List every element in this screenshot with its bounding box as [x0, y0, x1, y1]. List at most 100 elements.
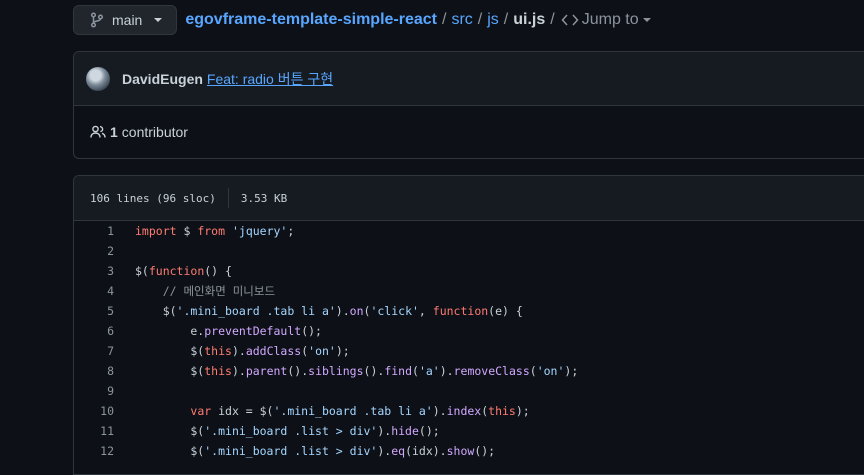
- line-number[interactable]: 2: [74, 241, 135, 261]
- code-token: preventDefault: [204, 324, 302, 338]
- line-number[interactable]: 10: [74, 401, 135, 421]
- code-token: eq: [391, 444, 406, 458]
- chevron-down-icon: [154, 18, 163, 22]
- commit-message-link[interactable]: Feat: radio 버튼 구현: [207, 69, 333, 89]
- code-token: find: [384, 364, 413, 378]
- code-line: 11 $('.mini_board .list > div').hide();: [74, 421, 864, 441]
- code-token: '.mini_board .list > div': [204, 424, 378, 438]
- line-number[interactable]: 9: [74, 381, 135, 401]
- line-source: var idx = $('.mini_board .tab li a').ind…: [135, 401, 530, 421]
- avatar[interactable]: [86, 66, 110, 91]
- code-token: );: [515, 404, 530, 418]
- code-token: 'jquery': [231, 224, 288, 238]
- code-line: 3 $(function() {: [74, 261, 864, 281]
- file-line-count: 106 lines (96 sloc): [90, 191, 216, 205]
- code-token: parent: [245, 364, 288, 378]
- header-divider: [227, 188, 229, 208]
- code-token: $(: [135, 444, 205, 458]
- line-source: $(this).addClass('on');: [135, 341, 350, 361]
- jump-to-label: Jump to: [581, 11, 639, 28]
- code-line: 7 $(this).addClass('on');: [74, 341, 864, 361]
- code-token: this: [204, 344, 232, 358]
- code-token: (e) {: [488, 304, 523, 318]
- code-icon: [561, 14, 579, 26]
- file-viewer: 106 lines (96 sloc) 3.53 KB 1 import $ fr…: [73, 175, 864, 475]
- code-token: );: [335, 344, 350, 358]
- code-token: $(: [135, 304, 177, 318]
- line-number[interactable]: 8: [74, 361, 135, 381]
- code-token: ().: [363, 364, 385, 378]
- breadcrumb-repo-link[interactable]: egovframe-template-simple-react: [185, 11, 437, 29]
- line-number[interactable]: 11: [74, 421, 135, 441]
- code-token: ();: [301, 324, 322, 338]
- code-token: $(: [135, 264, 149, 278]
- code-line: 2: [74, 241, 864, 261]
- breadcrumb-separator: /: [503, 11, 509, 28]
- code-token: e.: [135, 324, 205, 338]
- code-token: this: [488, 404, 516, 418]
- code-token: ).: [231, 344, 246, 358]
- line-number[interactable]: 4: [74, 281, 135, 301]
- contributor-label: contributor: [121, 124, 188, 140]
- line-number[interactable]: 3: [74, 261, 135, 281]
- line-number[interactable]: 6: [74, 321, 135, 341]
- file-size: 3.53 KB: [240, 191, 288, 205]
- code-token: show: [446, 444, 475, 458]
- code-token: ).: [231, 364, 246, 378]
- code-token: function: [148, 264, 205, 278]
- commit-author-link[interactable]: DavidEugen: [122, 71, 203, 87]
- line-source: e.preventDefault();: [135, 321, 322, 341]
- line-source: import $ from 'jquery';: [135, 221, 294, 241]
- code-token: $(: [135, 344, 205, 358]
- code-token: '.mini_board .list > div': [204, 444, 378, 458]
- jump-to-button[interactable]: Jump to: [561, 11, 651, 29]
- line-source: $(function() {: [135, 261, 232, 281]
- people-icon: [90, 125, 106, 138]
- code-token: $(: [135, 364, 205, 378]
- code-token: var: [190, 404, 212, 418]
- breadcrumb-js-link[interactable]: js: [487, 11, 499, 29]
- breadcrumb-separator: /: [550, 11, 555, 28]
- code-line: 9: [74, 381, 864, 401]
- line-number[interactable]: 12: [74, 441, 135, 461]
- latest-commit-box: DavidEugen Feat: radio 버튼 구현 1 contribut…: [73, 51, 864, 159]
- line-source: $('.mini_board .list > div').eq(idx).sho…: [135, 441, 495, 461]
- breadcrumb-separator: /: [477, 11, 483, 28]
- code-token: on: [349, 304, 364, 318]
- code-token: '.mini_board .tab li a': [176, 304, 336, 318]
- code-line: 4 // 메인화면 미니보드: [74, 281, 864, 301]
- code-token: 'a': [418, 364, 440, 378]
- code-token: ().: [287, 364, 309, 378]
- code-token: function: [432, 304, 489, 318]
- line-source: $('.mini_board .list > div').hide();: [135, 421, 439, 441]
- line-number[interactable]: 5: [74, 301, 135, 321]
- code-token: 'on': [308, 344, 336, 358]
- code-token: removeClass: [453, 364, 530, 378]
- line-source: $('.mini_board .tab li a').on('click', f…: [135, 301, 523, 321]
- code-token: $: [176, 224, 198, 238]
- branch-selector-button[interactable]: main: [73, 5, 178, 35]
- git-branch-icon: [90, 12, 104, 28]
- chevron-down-icon: [642, 18, 651, 22]
- latest-commit-row: DavidEugen Feat: radio 버튼 구현: [74, 52, 864, 106]
- file-header: 106 lines (96 sloc) 3.53 KB: [74, 176, 864, 221]
- line-number[interactable]: 7: [74, 341, 135, 361]
- code-line: 8 $(this).parent().siblings().find('a').…: [74, 361, 864, 381]
- line-source: // 메인화면 미니보드: [135, 281, 275, 301]
- code-token: index: [446, 404, 482, 418]
- breadcrumb: egovframe-template-simple-react / src / …: [185, 11, 651, 29]
- contributor-count: 1: [110, 124, 118, 140]
- code-token: siblings: [308, 364, 364, 378]
- code-token: 'on': [536, 364, 565, 378]
- line-number[interactable]: 1: [74, 221, 135, 241]
- breadcrumb-src-link[interactable]: src: [451, 11, 472, 29]
- code-token: addClass: [245, 344, 302, 358]
- code-token: ).: [439, 364, 454, 378]
- code-token: this: [204, 364, 232, 378]
- code-token: $(: [135, 424, 205, 438]
- contributors-row[interactable]: 1 contributor: [74, 106, 864, 158]
- code-token: idx = $(: [211, 404, 274, 418]
- code-token: );: [564, 364, 579, 378]
- code-listing: 1 import $ from 'jquery'; 2 3 $(function() {…: [74, 221, 864, 461]
